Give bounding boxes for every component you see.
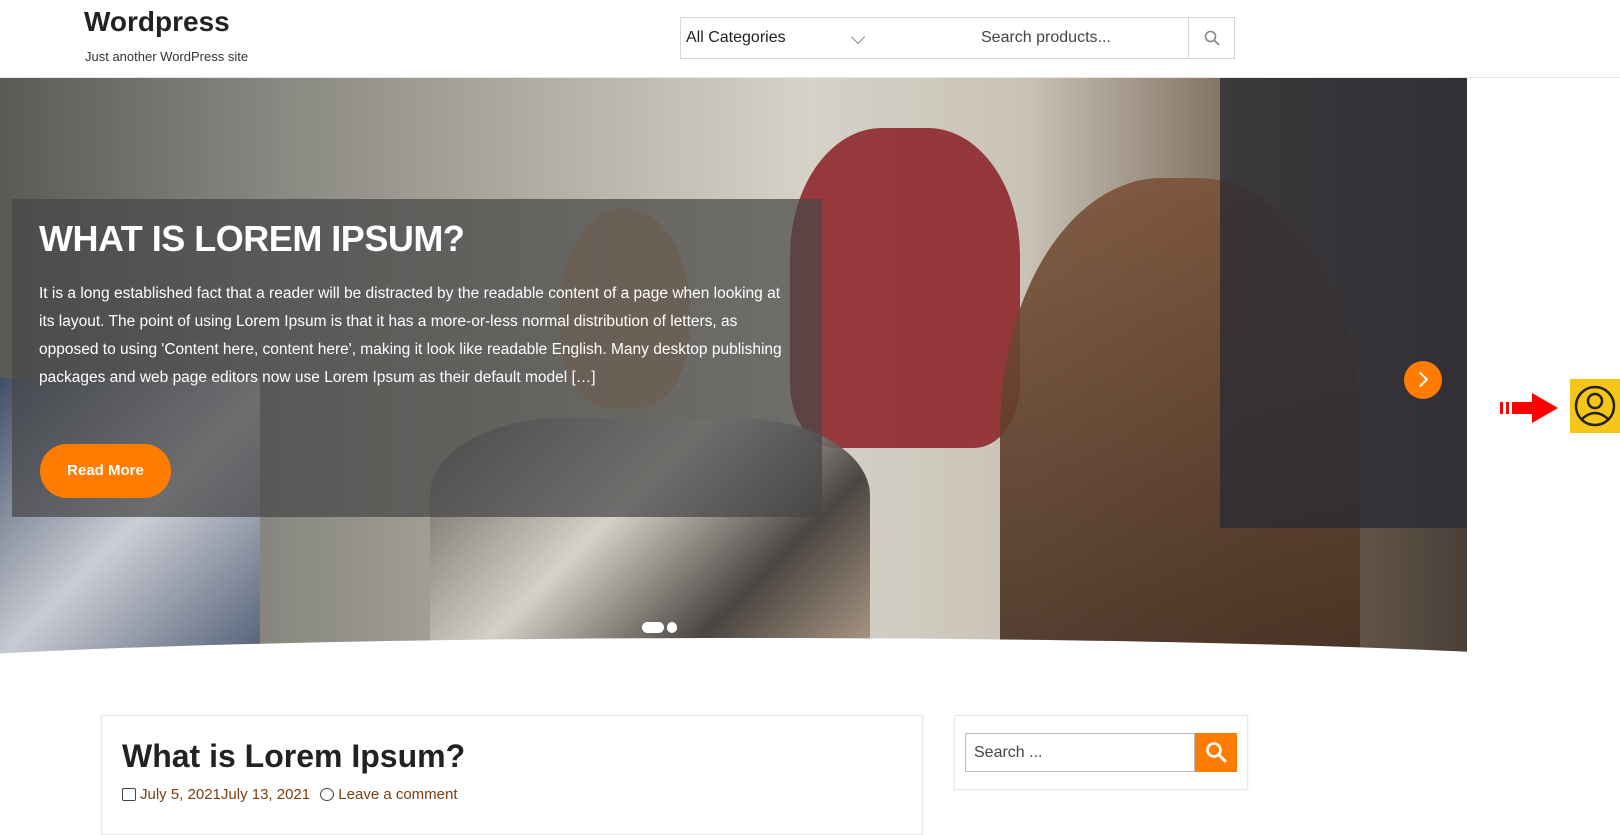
slider-dot[interactable] bbox=[667, 622, 677, 633]
hero-image-part bbox=[1220, 78, 1467, 528]
hero-slider: WHAT IS LOREM IPSUM? It is a long establ… bbox=[0, 78, 1467, 675]
post-date[interactable]: July 5, 2021July 13, 2021 bbox=[140, 786, 310, 803]
user-circle-icon bbox=[1574, 385, 1616, 427]
site-header: Wordpress Just another WordPress site Al… bbox=[0, 0, 1620, 78]
search-icon bbox=[1204, 30, 1220, 46]
product-search-bar: All Categories Search products... bbox=[680, 17, 1235, 59]
product-search-input[interactable]: Search products... bbox=[981, 18, 1156, 58]
chevron-down-icon bbox=[850, 29, 866, 45]
post-meta: July 5, 2021July 13, 2021 Leave a commen… bbox=[122, 786, 464, 803]
leave-comment-link[interactable]: Leave a comment bbox=[338, 786, 457, 803]
site-title[interactable]: Wordpress bbox=[84, 6, 230, 38]
slider-dots bbox=[642, 622, 680, 634]
search-icon bbox=[1206, 742, 1227, 763]
slider-dot[interactable] bbox=[642, 622, 664, 633]
sidebar-search-input[interactable]: Search ... bbox=[965, 733, 1195, 772]
category-select-value: All Categories bbox=[686, 29, 786, 46]
post-title[interactable]: What is Lorem Ipsum? bbox=[122, 738, 465, 775]
arrow-right-icon bbox=[1500, 393, 1558, 423]
site-tagline: Just another WordPress site bbox=[85, 49, 249, 64]
sidebar-search-button[interactable] bbox=[1195, 733, 1237, 772]
hero-image-part bbox=[790, 128, 1020, 448]
comment-icon bbox=[320, 788, 335, 801]
post-card: What is Lorem Ipsum? July 5, 2021July 13… bbox=[101, 715, 923, 835]
product-search-button[interactable] bbox=[1188, 18, 1234, 58]
chevron-right-icon[interactable] bbox=[1404, 361, 1442, 399]
account-toggle[interactable] bbox=[1570, 379, 1620, 433]
hero-text: It is a long established fact that a rea… bbox=[39, 285, 782, 386]
hero-title: WHAT IS LOREM IPSUM? bbox=[39, 218, 465, 259]
calendar-icon bbox=[122, 788, 136, 801]
sidebar-search-widget: Search ... bbox=[954, 715, 1248, 790]
category-select[interactable]: All Categories bbox=[681, 18, 881, 58]
read-more-button[interactable]: Read More bbox=[40, 444, 171, 498]
